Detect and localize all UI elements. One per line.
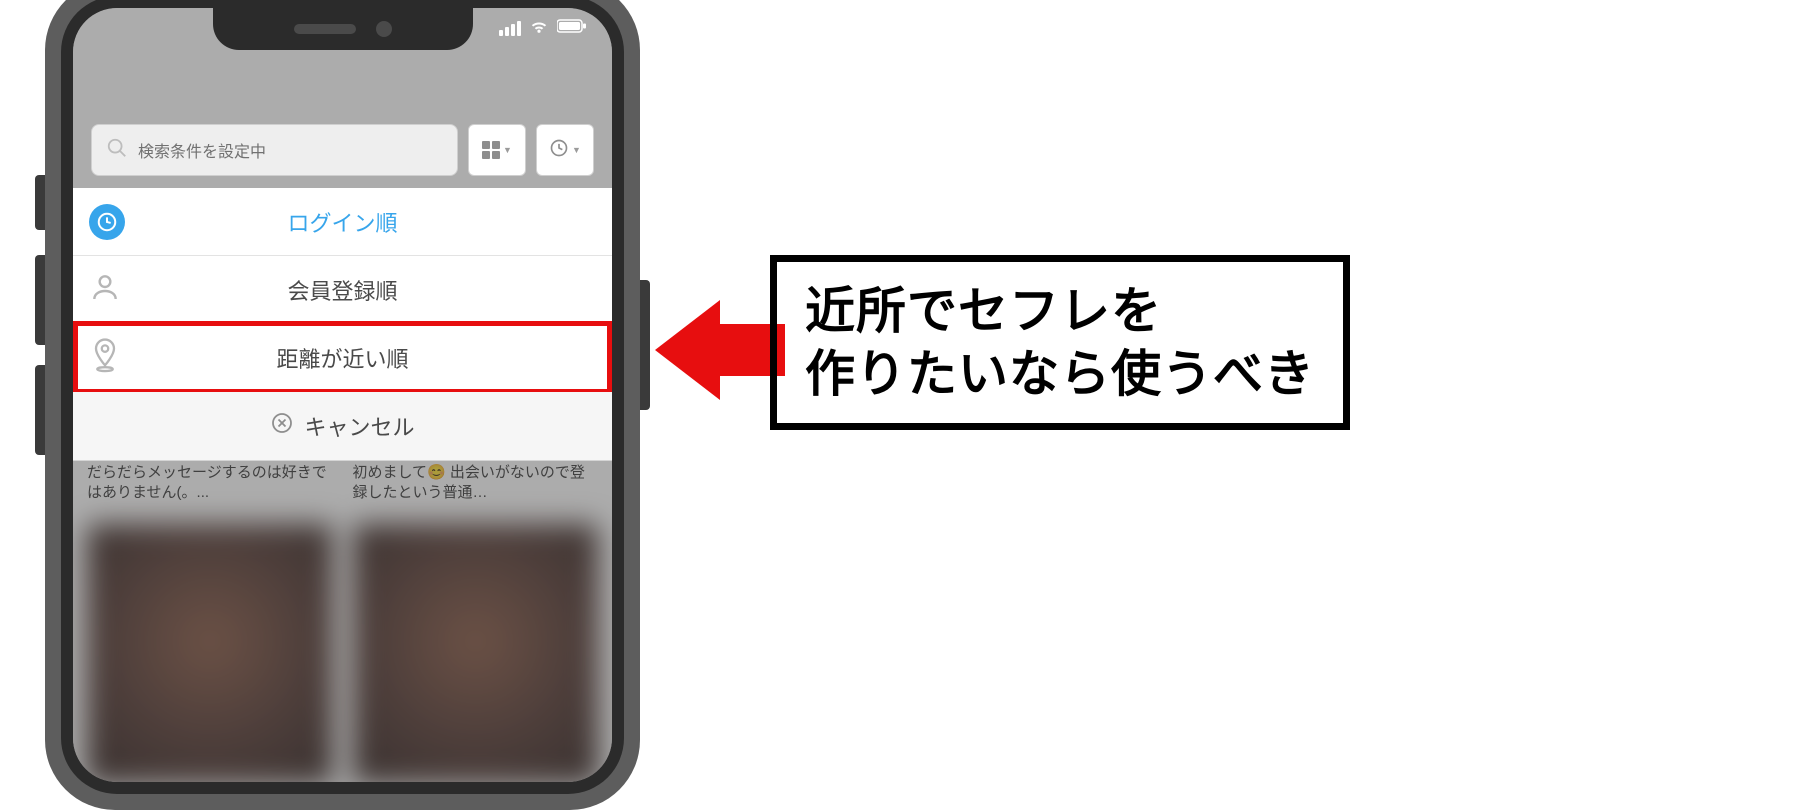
callout-line-2: 作りたいなら使うべき [805,346,1315,402]
sort-option-distance[interactable]: 距離が近い順 [73,324,612,392]
grid-icon [482,141,500,159]
layout-toggle-button[interactable]: ▼ [468,124,526,176]
chevron-down-icon: ▼ [572,145,581,155]
search-toolbar: 検索条件を設定中 ▼ ▼ [91,124,594,176]
annotation-callout: 近所でセフレを 作りたいなら使うべき [770,255,1350,430]
person-icon [89,271,121,308]
chevron-down-icon: ▼ [503,145,512,155]
callout-line-1: 近所でセフレを [805,283,1162,339]
phone-side-button [35,365,45,455]
front-camera [376,21,392,37]
phone-side-button [640,280,650,410]
search-placeholder-text: 検索条件を設定中 [138,138,266,162]
phone-side-button [35,175,45,230]
signal-icon [499,21,521,36]
search-input[interactable]: 検索条件を設定中 [91,124,458,176]
sort-toggle-button[interactable]: ▼ [536,124,594,176]
sort-option-label: 会員登録順 [149,274,596,306]
clock-icon [89,204,125,240]
sort-option-label: ログイン順 [149,206,596,238]
clock-icon [549,138,569,163]
annotation-arrow [655,300,785,400]
phone-frame: だらだらメッセージするのは好きではありません(。... 初めまして😊 出会いがな… [45,0,640,810]
sort-sheet: ログイン順 会員登録順 [73,188,612,461]
status-bar [499,18,587,39]
wifi-icon [529,18,549,39]
cancel-label: キャンセル [304,410,414,442]
phone-screen: だらだらメッセージするのは好きではありません(。... 初めまして😊 出会いがな… [73,8,612,782]
close-icon [270,411,294,441]
phone-bezel: だらだらメッセージするのは好きではありません(。... 初めまして😊 出会いがな… [61,0,624,794]
sort-cancel-button[interactable]: キャンセル [73,392,612,460]
sort-option-label: 距離が近い順 [149,342,596,374]
location-pin-icon [89,337,121,378]
search-icon [106,137,128,164]
arrow-head-icon [655,300,720,400]
sort-option-login[interactable]: ログイン順 [73,188,612,256]
speaker-grille [294,24,356,34]
phone-side-button [35,255,45,345]
sort-option-registration[interactable]: 会員登録順 [73,256,612,324]
phone-notch [213,8,473,50]
battery-icon [557,19,587,38]
